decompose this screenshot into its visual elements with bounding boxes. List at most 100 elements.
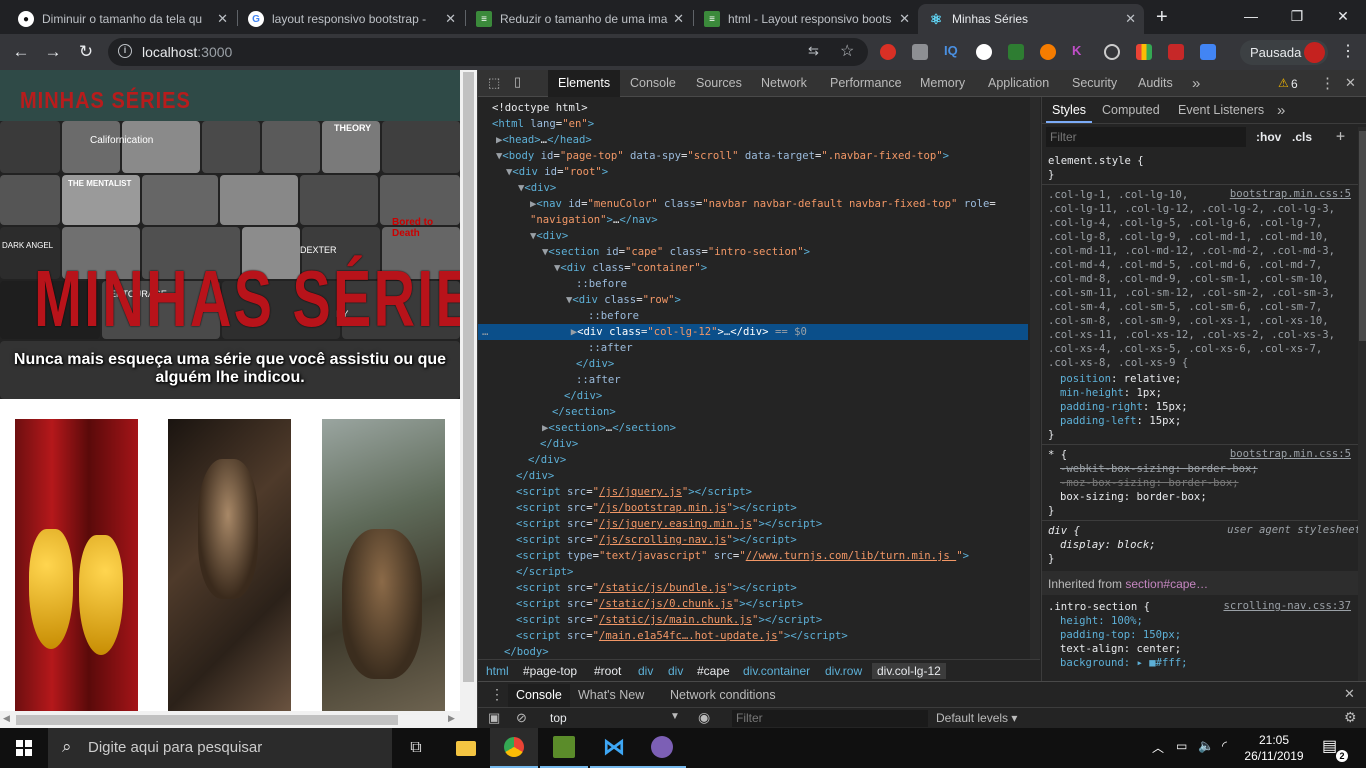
extension-k-icon[interactable]: K [1072, 43, 1088, 59]
rule-selector-line[interactable]: .col-sm-8, .col-sm-9, .col-xs-1, .col-xs… [1048, 314, 1329, 328]
extension-stop-icon[interactable] [880, 44, 896, 60]
dom-line[interactable]: <script src="/js/jquery.easing.min.js"><… [478, 516, 822, 532]
rule-selector-line[interactable]: .col-lg-4, .col-lg-5, .col-lg-6, .col-lg… [1048, 216, 1322, 230]
rule-selector-line[interactable]: .col-lg-8, .col-lg-9, .col-md-1, .col-md… [1048, 230, 1329, 244]
system-clock[interactable]: 21:05 26/11/2019 [1244, 732, 1304, 764]
tab-sources[interactable]: Sources [696, 70, 742, 97]
tab-performance[interactable]: Performance [830, 70, 902, 97]
tab-network[interactable]: Network [761, 70, 807, 97]
rule-selector-line[interactable]: .col-xs-8, .col-xs-9 { [1048, 356, 1188, 370]
wifi-icon[interactable]: ◜ [1222, 738, 1227, 754]
volume-icon[interactable]: 🔈 [1198, 738, 1214, 754]
dom-line[interactable]: ▼<body id="page-top" data-spy="scroll" d… [478, 148, 949, 164]
warning-icon[interactable]: ⚠ [1278, 76, 1289, 90]
close-devtools-icon[interactable]: ✕ [1345, 75, 1356, 91]
elements-tree[interactable]: <!doctype html> <html lang="en"> ▶<head>… [478, 97, 1030, 659]
series-card-drama[interactable] [15, 419, 138, 711]
settings-gear-icon[interactable]: ⚙ [1344, 709, 1357, 726]
dom-line[interactable]: ▶<nav id="menuColor" class="navbar navba… [478, 196, 996, 212]
rule-selector-line[interactable]: .col-md-11, .col-md-12, .col-md-2, .col-… [1048, 244, 1335, 258]
drawer-menu-icon[interactable]: ⋮ [490, 686, 504, 703]
rule-selector-line[interactable]: .col-xs-4, .col-xs-5, .col-xs-6, .col-xs… [1048, 342, 1322, 356]
rule-source-link[interactable]: bootstrap.min.css:5 [1230, 448, 1351, 460]
tab-memory[interactable]: Memory [920, 70, 965, 97]
rule-selector-line[interactable]: .col-lg-11, .col-lg-12, .col-lg-2, .col-… [1048, 202, 1335, 216]
tab-styles[interactable]: Styles [1046, 97, 1093, 123]
styles-filter-input[interactable]: Filter [1046, 127, 1246, 147]
breadcrumb-item[interactable]: div [668, 663, 683, 679]
site-brand[interactable]: MINHAS SÉRIES [20, 88, 191, 114]
translate-icon[interactable]: ⇆ [808, 43, 819, 59]
breadcrumb-item[interactable]: div [638, 663, 653, 679]
eye-icon[interactable]: ◉ [698, 709, 710, 726]
rule-selector-line[interactable]: .col-sm-11, .col-sm-12, .col-sm-2, .col-… [1048, 286, 1335, 300]
inherited-from-link[interactable]: section#cape… [1125, 577, 1208, 591]
css-property[interactable]: display: block; [1048, 538, 1156, 552]
rule-selector-line[interactable]: .col-xs-11, .col-xs-12, .col-xs-2, .col-… [1048, 328, 1335, 342]
dom-line[interactable]: <script src="/js/jquery.js"></script> [478, 484, 752, 500]
css-property[interactable]: text-align: center; [1048, 642, 1181, 656]
css-property[interactable]: padding-left: 15px; [1048, 414, 1181, 428]
rule-selector-line[interactable]: .col-md-4, .col-md-5, .col-md-6, .col-md… [1048, 258, 1322, 272]
dom-line[interactable]: </div> [478, 356, 614, 372]
dom-line[interactable]: <!doctype html> [478, 100, 588, 116]
inspect-element-icon[interactable]: ⬚ [488, 75, 500, 91]
console-filter-input[interactable]: Filter [732, 710, 928, 727]
breadcrumb-item[interactable]: #root [594, 663, 621, 679]
dom-line[interactable]: <script src="/main.e1a54fc….hot-update.j… [478, 628, 848, 644]
tab-console[interactable]: Console [630, 70, 676, 97]
more-tabs-button[interactable]: » [1277, 97, 1285, 124]
series-card-thriller[interactable] [168, 419, 291, 711]
device-toolbar-icon[interactable]: ▯ [514, 74, 521, 90]
vertical-scrollbar[interactable] [460, 70, 477, 728]
dom-line[interactable]: ▼<div id="root"> [478, 164, 608, 180]
extension-circle-icon[interactable] [976, 44, 992, 60]
dom-line[interactable]: <script type="text/javascript" src="//ww… [478, 548, 969, 564]
css-property[interactable]: background: ▸ ■#fff; [1048, 656, 1188, 670]
breadcrumb-item[interactable]: div.container [743, 663, 810, 679]
breadcrumb-item[interactable]: div.row [825, 663, 862, 679]
extension-target-icon[interactable] [1104, 44, 1120, 60]
dom-line[interactable]: "navigation">…</nav> [478, 212, 658, 228]
dom-line[interactable]: ▼<div> [478, 228, 568, 244]
series-card-action[interactable] [322, 419, 445, 711]
extension-iq-icon[interactable]: IQ [944, 43, 960, 59]
hov-toggle[interactable]: :hov [1256, 130, 1281, 144]
dom-line[interactable]: </script> [478, 564, 573, 580]
dom-line[interactable]: </section> [478, 404, 616, 420]
drawer-tab-whats-new[interactable]: What's New [578, 684, 644, 707]
github-desktop-icon[interactable] [638, 728, 686, 768]
dom-line[interactable]: <script src="/static/js/main.chunk.js"><… [478, 612, 822, 628]
maximize-button[interactable]: ❐ [1274, 0, 1320, 32]
dom-line[interactable]: ▼<div class="container"> [478, 260, 707, 276]
styles-scrollbar[interactable] [1358, 127, 1366, 681]
dom-line[interactable]: ▼<div> [478, 180, 556, 196]
info-icon[interactable]: i [118, 44, 132, 58]
extension-red-icon[interactable] [1168, 44, 1184, 60]
css-property[interactable]: box-sizing: border-box; [1048, 490, 1207, 504]
browser-tab-2[interactable]: G layout responsivo bootstrap - ✕ [238, 4, 464, 34]
more-tabs-button[interactable]: » [1192, 70, 1200, 97]
dom-line[interactable]: <script src="/static/js/0.chunk.js"></sc… [478, 596, 803, 612]
chevron-down-icon[interactable]: ▼ [670, 711, 680, 722]
css-property-overridden[interactable]: -moz-box-sizing: border-box; [1048, 476, 1239, 490]
extension-orange-icon[interactable] [1040, 44, 1056, 60]
dom-line[interactable]: ::before [478, 308, 639, 324]
tab-application[interactable]: Application [988, 70, 1049, 97]
breadcrumb-item[interactable]: #cape [697, 663, 730, 679]
rule-source-link[interactable]: bootstrap.min.css:5 [1230, 188, 1351, 200]
warning-count[interactable]: 6 [1291, 77, 1298, 91]
chrome-icon[interactable] [490, 728, 538, 768]
extension-multicolor-icon[interactable] [1136, 44, 1152, 60]
context-selector[interactable]: top [550, 711, 567, 725]
extension-fb-icon[interactable] [912, 44, 928, 60]
css-property-overridden[interactable]: -webkit-box-sizing: border-box; [1048, 462, 1258, 476]
dom-line[interactable]: <script src="/js/scrolling-nav.js"></scr… [478, 532, 797, 548]
css-property[interactable]: position: relative; [1048, 372, 1181, 386]
task-view-icon[interactable]: ⧉ [392, 728, 440, 768]
tab-event-listeners[interactable]: Event Listeners [1178, 97, 1264, 124]
battery-icon[interactable]: ▭ [1176, 739, 1187, 753]
tab-security[interactable]: Security [1072, 70, 1117, 97]
rule-selector-line[interactable]: .col-sm-4, .col-sm-5, .col-sm-6, .col-sm… [1048, 300, 1322, 314]
extension-translate-icon[interactable] [1200, 44, 1216, 60]
